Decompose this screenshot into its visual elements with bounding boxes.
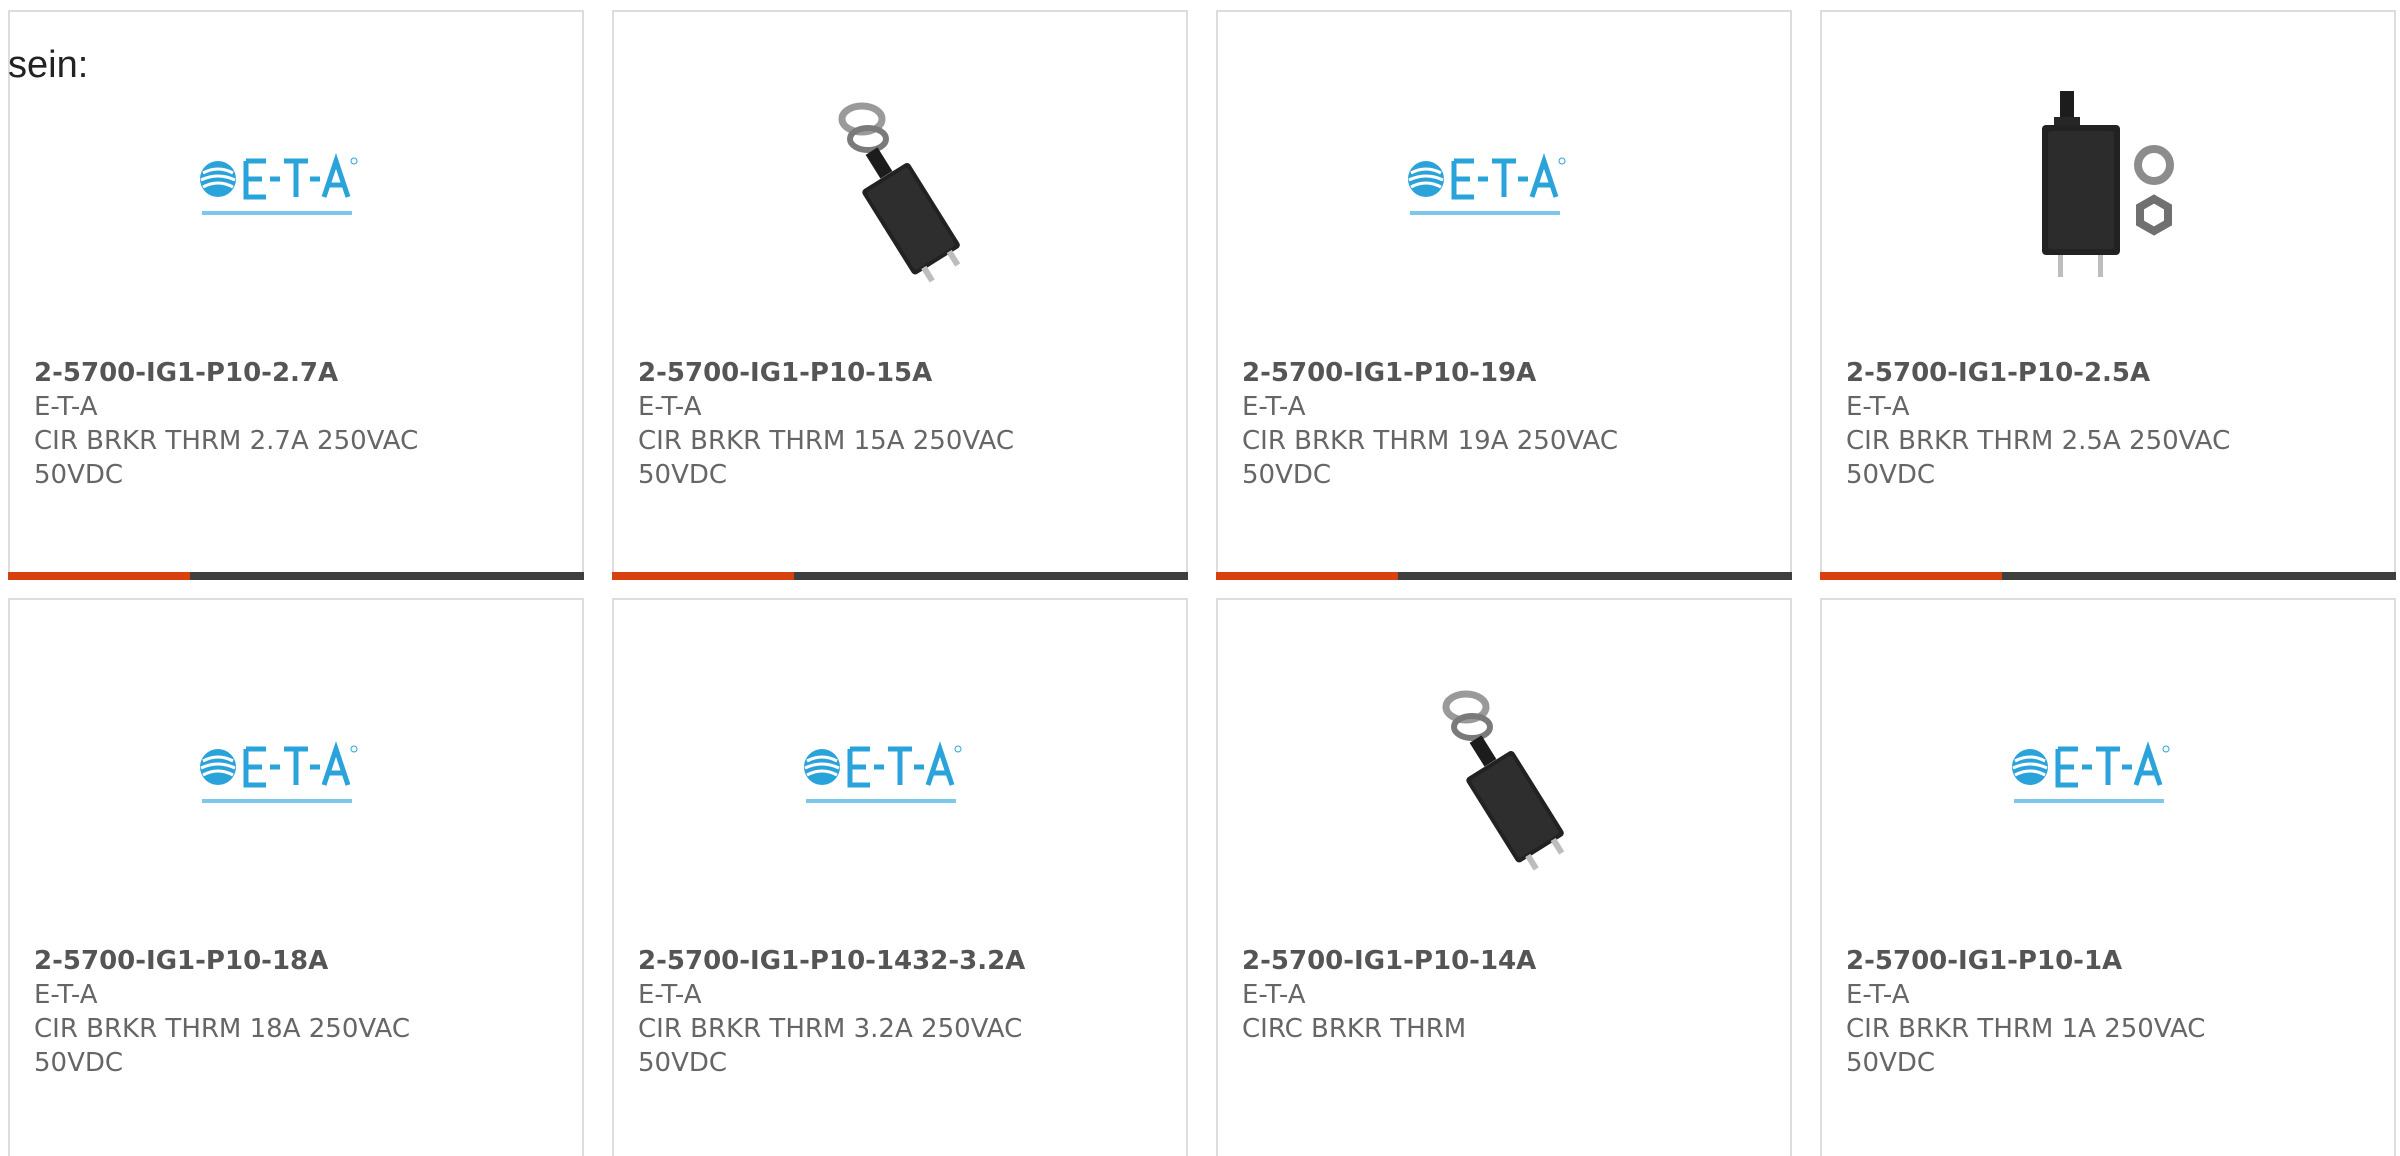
product-card[interactable]: 2-5700-IG1-P10-19A E-T-A CIR BRKR THRM 1… (1216, 10, 1792, 580)
manufacturer: E-T-A (638, 980, 702, 1010)
description: CIR BRKR THRM 2.7A 250VAC (34, 426, 419, 456)
card-footer-bar (1216, 572, 1792, 580)
description: CIR BRKR THRM 3.2A 250VAC (638, 1014, 1023, 1044)
manufacturer: E-T-A (34, 980, 98, 1010)
product-card[interactable]: 2-5700-IG1-P10-1432-3.2A E-T-A CIR BRKR … (612, 598, 1188, 1156)
manufacturer: E-T-A (1242, 392, 1306, 422)
intro-text: sein: (8, 44, 89, 86)
circuit-breaker-image (2008, 87, 2208, 287)
eta-logo-icon (2008, 735, 2208, 815)
product-grid-page: sein: 2-5700-IG1-P10-2.7A E-T-A CIR BRKR… (0, 0, 2400, 1156)
part-number-link[interactable]: 2-5700-IG1-P10-19A (1242, 356, 1770, 390)
circuit-breaker-image (1404, 675, 1604, 875)
accent-stripe (1820, 572, 2002, 580)
description-cont: 50VDC (34, 1048, 124, 1078)
description: CIRC BRKR THRM (1242, 1014, 1467, 1044)
product-image[interactable] (614, 660, 1186, 890)
eta-logo-icon (196, 735, 396, 815)
product-image[interactable] (10, 72, 582, 302)
product-image[interactable] (614, 72, 1186, 302)
eta-logo-icon (1404, 147, 1604, 227)
product-image[interactable] (10, 660, 582, 890)
product-image[interactable] (1218, 660, 1790, 890)
manufacturer: E-T-A (1242, 980, 1306, 1010)
part-number-link[interactable]: 2-5700-IG1-P10-2.7A (34, 356, 562, 390)
description: CIR BRKR THRM 19A 250VAC (1242, 426, 1618, 456)
card-footer-bar (612, 572, 1188, 580)
description: CIR BRKR THRM 15A 250VAC (638, 426, 1014, 456)
product-card[interactable]: 2-5700-IG1-P10-18A E-T-A CIR BRKR THRM 1… (8, 598, 584, 1156)
accent-stripe (1216, 572, 1398, 580)
product-card[interactable]: 2-5700-IG1-P10-15A E-T-A CIR BRKR THRM 1… (612, 10, 1188, 580)
card-footer-bar (1820, 572, 2396, 580)
description-cont: 50VDC (1846, 460, 1936, 490)
description-cont: 50VDC (638, 460, 728, 490)
description-cont: 50VDC (1846, 1048, 1936, 1078)
part-number-link[interactable]: 2-5700-IG1-P10-18A (34, 944, 562, 978)
product-image[interactable] (1822, 660, 2394, 890)
product-card[interactable]: 2-5700-IG1-P10-2.7A E-T-A CIR BRKR THRM … (8, 10, 584, 580)
manufacturer: E-T-A (638, 392, 702, 422)
circuit-breaker-image (800, 87, 1000, 287)
manufacturer: E-T-A (1846, 392, 1910, 422)
description: CIR BRKR THRM 2.5A 250VAC (1846, 426, 2231, 456)
eta-logo-icon (800, 735, 1000, 815)
product-card[interactable]: 2-5700-IG1-P10-2.5A E-T-A CIR BRKR THRM … (1820, 10, 2396, 580)
accent-stripe (612, 572, 794, 580)
description-cont: 50VDC (638, 1048, 728, 1078)
card-footer-bar (8, 572, 584, 580)
description: CIR BRKR THRM 1A 250VAC (1846, 1014, 2206, 1044)
product-card[interactable]: 2-5700-IG1-P10-1A E-T-A CIR BRKR THRM 1A… (1820, 598, 2396, 1156)
eta-logo-icon (196, 147, 396, 227)
part-number-link[interactable]: 2-5700-IG1-P10-14A (1242, 944, 1770, 978)
part-number-link[interactable]: 2-5700-IG1-P10-2.5A (1846, 356, 2374, 390)
part-number-link[interactable]: 2-5700-IG1-P10-1432-3.2A (638, 944, 1166, 978)
accent-stripe (8, 572, 190, 580)
description: CIR BRKR THRM 18A 250VAC (34, 1014, 410, 1044)
part-number-link[interactable]: 2-5700-IG1-P10-1A (1846, 944, 2374, 978)
product-card[interactable]: 2-5700-IG1-P10-14A E-T-A CIRC BRKR THRM (1216, 598, 1792, 1156)
product-image[interactable] (1218, 72, 1790, 302)
manufacturer: E-T-A (1846, 980, 1910, 1010)
product-image[interactable] (1822, 72, 2394, 302)
manufacturer: E-T-A (34, 392, 98, 422)
description-cont: 50VDC (34, 460, 124, 490)
part-number-link[interactable]: 2-5700-IG1-P10-15A (638, 356, 1166, 390)
description-cont: 50VDC (1242, 460, 1332, 490)
